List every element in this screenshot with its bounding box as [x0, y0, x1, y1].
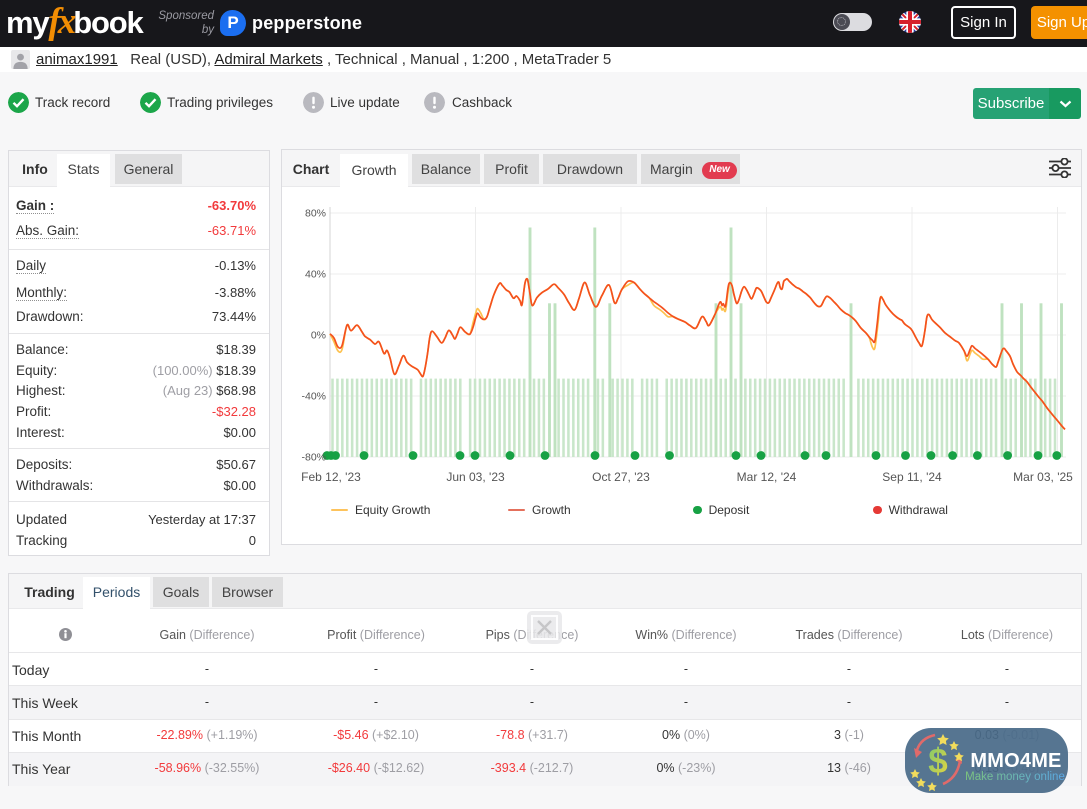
svg-text:Make money online: Make money online: [965, 771, 1065, 783]
svg-text:$: $: [928, 742, 947, 781]
svg-text:Jun 03, '23: Jun 03, '23: [446, 470, 505, 484]
svg-text:Sep 11, '24: Sep 11, '24: [882, 470, 942, 484]
svg-text:Oct 27, '23: Oct 27, '23: [592, 470, 650, 484]
svg-text:80%: 80%: [305, 208, 326, 220]
svg-text:MMO4ME: MMO4ME: [970, 750, 1061, 772]
svg-text:Feb 12, '23: Feb 12, '23: [301, 470, 361, 484]
svg-text:0%: 0%: [311, 330, 326, 342]
svg-text:-40%: -40%: [301, 391, 326, 403]
svg-text:-80%: -80%: [301, 452, 326, 464]
svg-text:Mar 03, '25: Mar 03, '25: [1013, 470, 1073, 484]
svg-text:Mar 12, '24: Mar 12, '24: [737, 470, 797, 484]
svg-text:40%: 40%: [305, 269, 326, 281]
